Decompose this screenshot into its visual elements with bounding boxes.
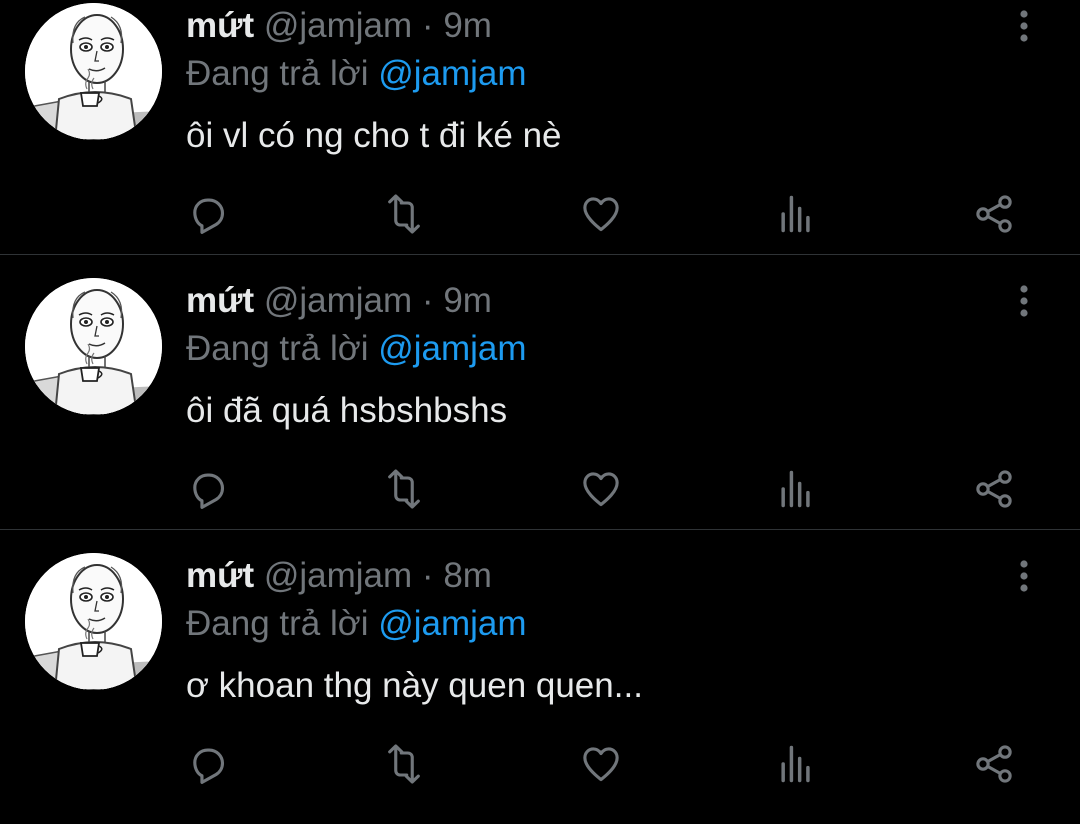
reply-button[interactable] — [186, 467, 230, 511]
share-button[interactable] — [972, 742, 1016, 786]
share-button[interactable] — [972, 192, 1016, 236]
display-name[interactable]: mứt — [186, 281, 254, 320]
mention-link[interactable]: @jamjam — [378, 604, 526, 643]
replying-to-label: Đang trả lời — [186, 54, 369, 93]
tweet-text: ôi vl có ng cho t đi ké nè — [186, 116, 562, 155]
more-vertical-icon — [1006, 6, 1042, 46]
reply-icon — [186, 467, 230, 511]
replying-to: Đang trả lời @jamjam — [186, 604, 527, 644]
share-icon — [972, 742, 1016, 786]
more-options-button[interactable] — [1006, 281, 1042, 321]
timestamp[interactable]: 9m — [443, 6, 492, 45]
avatar[interactable] — [25, 278, 162, 415]
tweet[interactable]: mứt @jamjam · 8m Đang trả lời @jamjam ơ … — [0, 550, 1080, 824]
tweet-header: mứt @jamjam · 9m — [186, 281, 492, 321]
tweet[interactable]: mứt @jamjam · 9m Đang trả lời @jamjam ôi… — [0, 0, 1080, 274]
views-icon — [774, 742, 818, 786]
heart-icon — [579, 192, 623, 236]
more-vertical-icon — [1006, 281, 1042, 321]
views-icon — [774, 192, 818, 236]
retweet-icon — [382, 192, 426, 236]
avatar-image — [25, 553, 162, 690]
reply-button[interactable] — [186, 192, 230, 236]
separator-dot: · — [421, 281, 434, 320]
display-name[interactable]: mứt — [186, 556, 254, 595]
separator-dot: · — [421, 6, 434, 45]
more-options-button[interactable] — [1006, 6, 1042, 46]
timestamp[interactable]: 9m — [443, 281, 492, 320]
display-name[interactable]: mứt — [186, 6, 254, 45]
retweet-icon — [382, 742, 426, 786]
more-options-button[interactable] — [1006, 556, 1042, 596]
views-button[interactable] — [774, 192, 818, 236]
retweet-button[interactable] — [382, 742, 426, 786]
replying-to: Đang trả lời @jamjam — [186, 329, 527, 369]
avatar-image — [25, 278, 162, 415]
avatar-image — [25, 3, 162, 140]
divider — [0, 254, 1080, 255]
avatar[interactable] — [25, 553, 162, 690]
replying-to: Đang trả lời @jamjam — [186, 54, 527, 94]
share-button[interactable] — [972, 467, 1016, 511]
share-icon — [972, 192, 1016, 236]
heart-icon — [579, 467, 623, 511]
mention-link[interactable]: @jamjam — [378, 329, 526, 368]
more-vertical-icon — [1006, 556, 1042, 596]
timestamp[interactable]: 8m — [443, 556, 492, 595]
views-button[interactable] — [774, 467, 818, 511]
tweet[interactable]: mứt @jamjam · 9m Đang trả lời @jamjam ôi… — [0, 275, 1080, 549]
tweet-text: ơ khoan thg này quen quen... — [186, 666, 643, 705]
views-icon — [774, 467, 818, 511]
avatar[interactable] — [25, 3, 162, 140]
reply-icon — [186, 742, 230, 786]
like-button[interactable] — [579, 742, 623, 786]
mention-link[interactable]: @jamjam — [378, 54, 526, 93]
replying-to-label: Đang trả lời — [186, 604, 369, 643]
views-button[interactable] — [774, 742, 818, 786]
share-icon — [972, 467, 1016, 511]
user-handle[interactable]: @jamjam — [264, 6, 412, 45]
like-button[interactable] — [579, 467, 623, 511]
user-handle[interactable]: @jamjam — [264, 281, 412, 320]
tweet-text: ôi đã quá hsbshbshs — [186, 391, 508, 430]
replying-to-label: Đang trả lời — [186, 329, 369, 368]
divider — [0, 529, 1080, 530]
heart-icon — [579, 742, 623, 786]
reply-icon — [186, 192, 230, 236]
like-button[interactable] — [579, 192, 623, 236]
retweet-button[interactable] — [382, 467, 426, 511]
user-handle[interactable]: @jamjam — [264, 556, 412, 595]
separator-dot: · — [421, 556, 434, 595]
retweet-icon — [382, 467, 426, 511]
tweet-header: mứt @jamjam · 8m — [186, 556, 492, 596]
retweet-button[interactable] — [382, 192, 426, 236]
reply-button[interactable] — [186, 742, 230, 786]
tweet-header: mứt @jamjam · 9m — [186, 6, 492, 46]
